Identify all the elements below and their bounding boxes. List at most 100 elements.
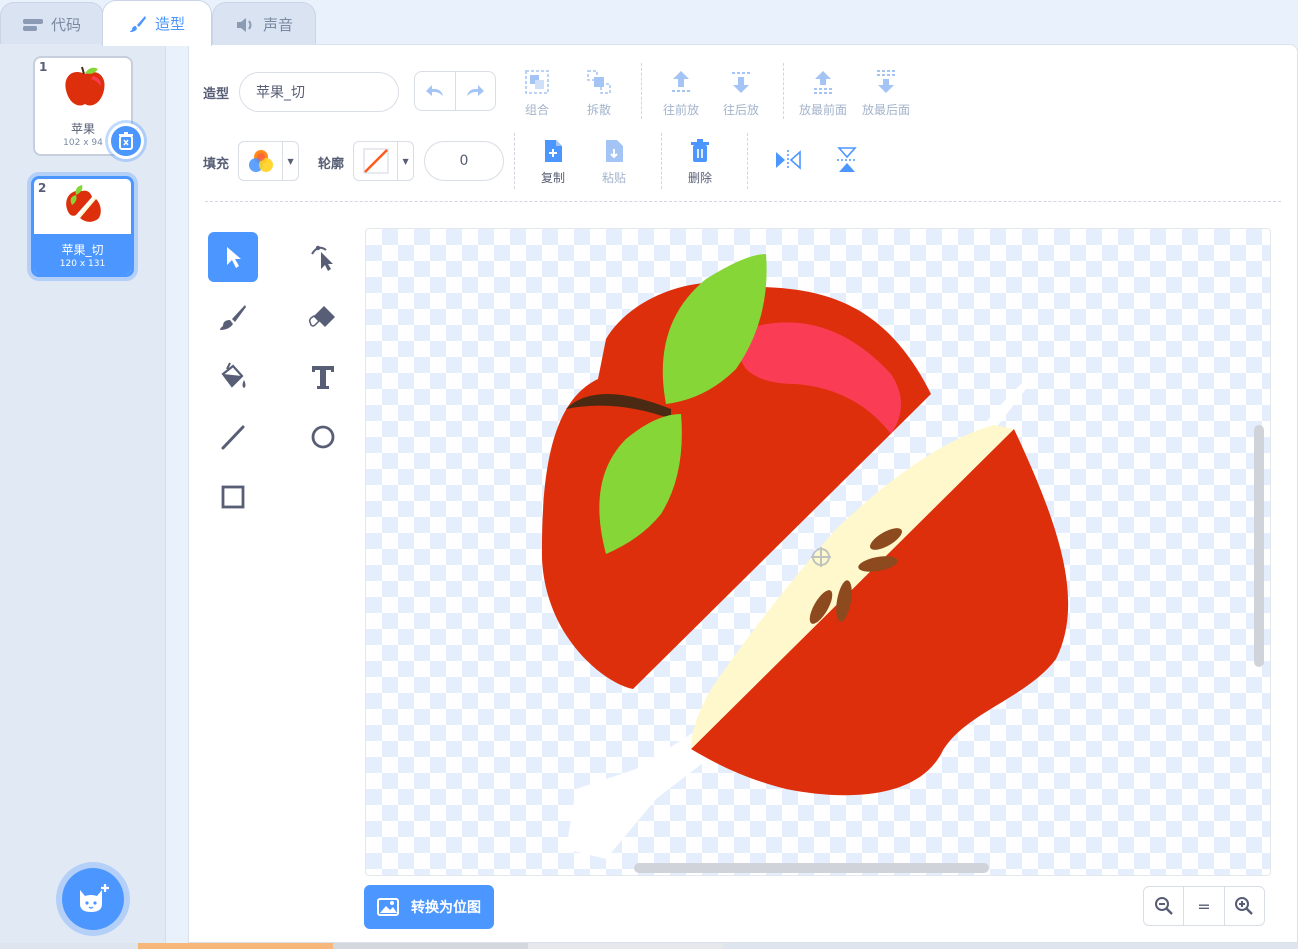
copy-icon xyxy=(545,140,562,162)
delete-label: 删除 xyxy=(688,171,713,185)
circle-tool[interactable] xyxy=(298,412,348,462)
back-label: 放最后面 xyxy=(862,103,911,117)
code-icon xyxy=(22,18,43,32)
costume-name-label: 造型 xyxy=(203,87,230,102)
paint-bucket-icon xyxy=(221,362,246,388)
line-icon xyxy=(221,425,245,450)
rectangle-icon xyxy=(221,485,245,509)
brush-tool[interactable] xyxy=(208,292,258,342)
strip-segment xyxy=(528,943,723,949)
forward-button[interactable]: 往前放 xyxy=(663,69,699,118)
convert-bitmap-label: 转换为位图 xyxy=(411,900,481,916)
trash-icon xyxy=(119,132,133,150)
outline-color-picker[interactable]: ▼ xyxy=(353,141,414,181)
tab-costumes-label: 造型 xyxy=(154,15,185,33)
costume-name-input[interactable]: 苹果_切 xyxy=(239,72,399,112)
bottom-strip xyxy=(0,943,1298,949)
copy-button[interactable]: 复制 xyxy=(541,139,565,186)
convert-to-bitmap-button[interactable]: 转换为位图 xyxy=(364,885,494,929)
reshape-icon xyxy=(311,245,333,271)
text-t-icon xyxy=(312,366,334,389)
tab-code[interactable]: 代码 xyxy=(0,2,104,46)
line-tool[interactable] xyxy=(208,412,258,462)
eraser-icon xyxy=(308,306,335,327)
outline-swatch xyxy=(354,142,397,180)
fill-tool[interactable] xyxy=(208,352,258,402)
paint-editor: 造型 苹果_切 组合 拆散 往前放 往后放 放最前面 放最后面 填充 ▼ 轮廓 … xyxy=(188,44,1298,943)
arrow-down-icon xyxy=(732,72,750,93)
flip-vertical-button[interactable] xyxy=(836,147,858,173)
redo-button[interactable] xyxy=(454,72,496,110)
divider xyxy=(166,44,188,949)
reshape-tool[interactable] xyxy=(298,232,348,282)
copy-label: 复制 xyxy=(541,171,566,185)
ungroup-icon xyxy=(587,70,611,94)
flip-horizontal-button[interactable] xyxy=(775,149,801,171)
sliced-apple-thumbnail xyxy=(66,185,101,222)
backward-label: 往后放 xyxy=(723,103,760,117)
arrow-cursor-icon xyxy=(227,247,241,268)
tab-sounds[interactable]: 声音 xyxy=(212,2,316,46)
chevron-down-icon: ▼ xyxy=(397,142,413,180)
tab-sounds-label: 声音 xyxy=(262,16,293,34)
fill-color-picker[interactable]: ▼ xyxy=(238,141,299,181)
send-to-back-button[interactable]: 放最后面 xyxy=(862,69,910,118)
ungroup-button[interactable]: 拆散 xyxy=(586,69,612,118)
costume-item-2[interactable]: 2 苹果_切 120 x 131 xyxy=(31,176,134,277)
zoom-in-icon xyxy=(1235,897,1254,915)
outline-width-input[interactable]: 0 xyxy=(424,141,504,181)
group-label: 组合 xyxy=(524,103,549,117)
delete-button[interactable]: 删除 xyxy=(688,139,712,186)
add-costume-button[interactable] xyxy=(62,868,124,930)
speaker-icon xyxy=(235,17,255,33)
fill-label: 填充 xyxy=(203,157,230,172)
arrow-up-icon xyxy=(672,71,690,92)
backward-button[interactable]: 往后放 xyxy=(723,69,759,118)
group-button[interactable]: 组合 xyxy=(524,69,550,118)
undo-redo-group xyxy=(414,71,496,111)
costume-number: 1 xyxy=(39,60,48,74)
undo-button[interactable] xyxy=(415,72,455,110)
zoom-controls: = xyxy=(1143,886,1265,926)
apple-thumbnail xyxy=(65,66,105,106)
separator xyxy=(514,133,515,189)
tab-costumes[interactable]: 造型 xyxy=(102,0,212,46)
bring-to-front-button[interactable]: 放最前面 xyxy=(799,69,847,118)
editor-tabs: 代码 造型 声音 xyxy=(0,0,1298,46)
vertical-scrollbar[interactable] xyxy=(1254,425,1264,667)
costume-name: 苹果_切 xyxy=(61,243,104,257)
separator xyxy=(661,133,662,189)
delete-costume-button[interactable] xyxy=(108,123,144,159)
costume-number: 2 xyxy=(38,181,47,195)
send-back-icon xyxy=(877,70,895,93)
zoom-out-icon xyxy=(1154,897,1173,915)
flip-horizontal-icon xyxy=(776,150,801,170)
drawing-canvas[interactable] xyxy=(365,228,1271,876)
paste-icon xyxy=(606,140,623,162)
undo-icon xyxy=(425,85,443,96)
toolbar-divider xyxy=(205,201,1281,202)
tab-code-label: 代码 xyxy=(50,16,81,34)
text-tool[interactable] xyxy=(298,352,348,402)
horizontal-scrollbar[interactable] xyxy=(634,863,989,873)
zoom-out-button[interactable] xyxy=(1144,887,1183,925)
separator xyxy=(747,133,748,189)
eraser-tool[interactable] xyxy=(298,292,348,342)
paste-label: 粘贴 xyxy=(602,171,627,185)
no-color-icon xyxy=(363,148,389,174)
bring-front-icon xyxy=(814,71,832,94)
outline-label: 轮廓 xyxy=(318,157,345,172)
circle-icon xyxy=(311,425,335,449)
sliced-apple-artwork xyxy=(541,254,1069,859)
trash-icon xyxy=(691,139,709,162)
paste-button[interactable]: 粘贴 xyxy=(602,139,626,186)
zoom-reset-button[interactable]: = xyxy=(1183,887,1223,925)
flip-vertical-icon xyxy=(837,147,857,172)
rectangle-tool[interactable] xyxy=(208,472,258,522)
brush-icon xyxy=(129,15,147,33)
select-tool[interactable] xyxy=(208,232,258,282)
fill-swatch xyxy=(239,142,282,180)
group-icon xyxy=(525,70,549,94)
front-label: 放最前面 xyxy=(799,103,848,117)
zoom-in-button[interactable] xyxy=(1223,887,1264,925)
